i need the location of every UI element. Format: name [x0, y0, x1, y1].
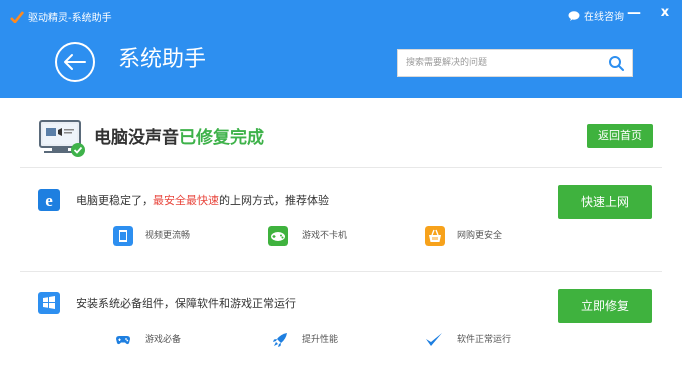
status-issue: 电脑没声音 — [94, 128, 179, 148]
minimize-button[interactable]: — — [627, 6, 641, 20]
feature-gaming-label: 游戏不卡机 — [302, 231, 348, 241]
divider — [20, 271, 662, 272]
shopping-basket-icon — [425, 226, 445, 246]
game-controller-icon — [116, 336, 130, 345]
return-home-button[interactable]: 返回首页 — [587, 124, 653, 148]
close-button[interactable]: x — [658, 6, 672, 20]
browser-text-highlight: 最安全最快速 — [153, 194, 219, 207]
feature-software-label: 软件正常运行 — [457, 335, 512, 345]
app-title: 驱动精灵-系统助手 — [10, 9, 112, 24]
app-logo-icon — [10, 10, 24, 23]
feature-game-essentials-label: 游戏必备 — [145, 335, 182, 345]
fast-internet-button[interactable]: 快速上网 — [558, 185, 652, 219]
header-bar: 驱动精灵-系统助手 在线咨询 — x 系统助手 — [0, 0, 682, 98]
computer-repaired-icon — [39, 120, 85, 157]
feature-shopping-label: 网购更安全 — [457, 231, 503, 241]
ie-browser-icon: e — [38, 189, 60, 211]
rocket-icon — [273, 333, 287, 347]
online-consult-label: 在线咨询 — [584, 12, 624, 23]
page-title: 系统助手 — [118, 47, 207, 72]
browser-text-after: 的上网方式，推荐体验 — [219, 194, 329, 207]
search-icon[interactable] — [608, 55, 624, 71]
back-arrow-icon[interactable] — [54, 41, 96, 83]
gamepad-icon — [268, 226, 288, 246]
online-consult-link[interactable]: 在线咨询 — [568, 8, 624, 23]
browser-recommend-text: 电脑更稳定了，最安全最快速的上网方式，推荐体验 — [76, 193, 329, 209]
search-input[interactable] — [406, 50, 596, 76]
divider — [20, 167, 662, 168]
feature-performance-label: 提升性能 — [302, 335, 339, 345]
checkmark-icon — [426, 333, 442, 346]
components-icon — [38, 292, 60, 314]
app-title-text: 驱动精灵-系统助手 — [28, 13, 112, 24]
search-box — [397, 49, 633, 77]
video-icon — [113, 226, 133, 246]
browser-text-before: 电脑更稳定了， — [76, 194, 153, 207]
svg-text:e: e — [45, 191, 53, 210]
repair-status-text: 电脑没声音已修复完成 — [94, 126, 264, 150]
components-text: 安装系统必备组件，保障软件和游戏正常运行 — [76, 297, 296, 310]
chat-bubble-icon — [568, 10, 580, 21]
status-result: 已修复完成 — [179, 128, 264, 148]
fix-now-button[interactable]: 立即修复 — [558, 289, 652, 323]
feature-video-label: 视频更流畅 — [145, 231, 191, 241]
